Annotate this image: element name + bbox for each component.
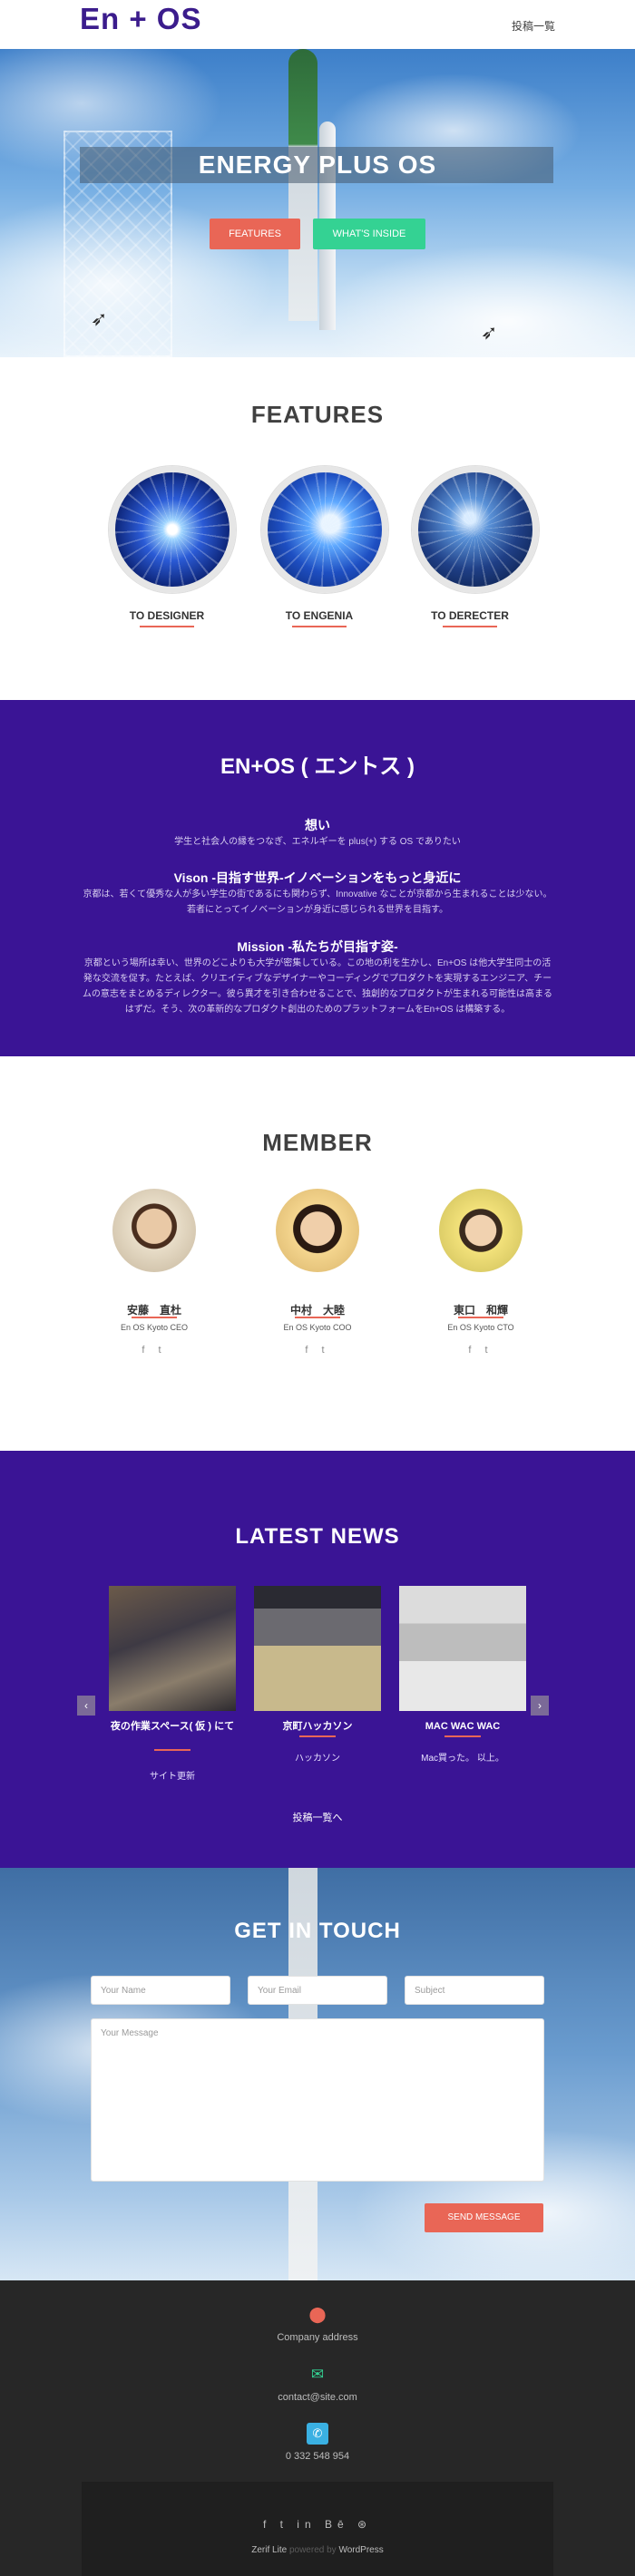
about-text: 京都は、若くて優秀な人が多い学生の街であるにも関わらず、Innovative な…: [83, 889, 552, 915]
footer-credit: Zerif Lite powered by WordPress: [82, 2545, 553, 2555]
send-message-button[interactable]: SEND MESSAGE: [425, 2203, 543, 2232]
footer-bottom-bar: f t in Bē ⊛ Zerif Lite powered by WordPr…: [82, 2482, 553, 2576]
footer-email[interactable]: contact@site.com: [0, 2392, 635, 2403]
footer-address: Company address: [277, 2332, 358, 2343]
avatar: [439, 1189, 523, 1272]
member-underline: [132, 1317, 177, 1318]
news-caption-link[interactable]: 夜の作業スペース( 仮 ) にて: [109, 1720, 236, 1733]
mail-icon: ✉: [310, 2366, 325, 2383]
contact-title: GET IN TOUCH: [234, 1919, 401, 1943]
member-underline: [295, 1317, 340, 1318]
about-section: EN+OS ( エントス ) 想い 学生と社会人の縁をつなぎ、エネルギーを pl…: [0, 700, 635, 1056]
carousel-prev-arrow[interactable]: ‹: [77, 1696, 95, 1716]
member-underline: [458, 1317, 503, 1318]
about-heading: 想い: [305, 818, 330, 832]
member-title: MEMBER: [262, 1129, 373, 1156]
avatar: [112, 1189, 196, 1272]
news-underline: [444, 1735, 481, 1737]
nav-posts-link[interactable]: 投稿一覧: [512, 18, 555, 34]
footer-phone: 0 332 548 954: [285, 2451, 350, 2462]
footer-social-icons[interactable]: f t in Bē ⊛: [82, 2518, 553, 2531]
feature-designer-image: [109, 466, 236, 593]
news-underline: [299, 1735, 336, 1737]
avatar: [276, 1189, 359, 1272]
about-heading: Mission -私たちが目指す姿-: [237, 939, 398, 954]
news-section: LATEST NEWS ‹ › 夜の作業スペース( 仮 ) にて 京町ハッカソン…: [0, 1451, 635, 1868]
member-social-icons[interactable]: f t: [254, 1345, 381, 1356]
feature-underline: [443, 626, 497, 627]
features-title: FEATURES: [250, 401, 385, 428]
site-logo[interactable]: En + OS: [80, 2, 201, 36]
hero-section: ➶ ➶ ENERGY PLUS OS FEATURES WHAT'S INSID…: [0, 49, 635, 357]
member-name: 東口 和輝: [453, 1304, 508, 1317]
news-excerpt: ハッカソン: [295, 1754, 340, 1764]
name-field[interactable]: Your Name: [91, 1976, 230, 2005]
about-heading: Vison -目指す世界-イノベーションをもっと身近に: [173, 870, 462, 885]
feature-label: TO DESIGNER: [129, 609, 205, 622]
member-social-icons[interactable]: f t: [417, 1345, 544, 1356]
news-image[interactable]: [109, 1586, 236, 1711]
feature-engenia-image: [261, 466, 388, 593]
powered-by-text: powered by: [288, 2545, 337, 2555]
news-underline: [154, 1749, 190, 1751]
about-text: 京都という場所は幸い、世界のどこよりも大学が密集している。この地の利を生かし、E…: [82, 958, 553, 1015]
member-role: En OS Kyoto CEO: [120, 1323, 189, 1332]
theme-link[interactable]: Zerif Lite: [251, 2545, 287, 2555]
feature-derecter-image: [412, 466, 539, 593]
news-image[interactable]: [254, 1586, 381, 1711]
about-text: 学生と社会人の縁をつなぎ、エネルギーを plus(+) する OS でありたい: [174, 837, 461, 847]
member-social-icons[interactable]: f t: [91, 1345, 218, 1356]
about-title: EN+OS ( エントス ): [220, 754, 415, 779]
carousel-next-arrow[interactable]: ›: [531, 1696, 549, 1716]
phone-icon: ✆: [307, 2423, 328, 2445]
member-name: 中村 大睦: [289, 1304, 345, 1317]
message-field[interactable]: Your Message: [91, 2018, 544, 2182]
member-role: En OS Kyoto COO: [283, 1323, 352, 1332]
bird-icon: ➶: [91, 307, 108, 330]
news-caption-link[interactable]: MAC WAC WAC: [399, 1720, 526, 1733]
feature-underline: [140, 626, 194, 627]
whats-inside-button[interactable]: WHAT'S INSIDE: [313, 219, 425, 249]
contact-section: GET IN TOUCH Your Name Your Email Subjec…: [0, 1868, 635, 2280]
member-role: En OS Kyoto CTO: [447, 1323, 514, 1332]
hero-rocket-graphic: [288, 49, 318, 321]
news-caption-link[interactable]: 京町ハッカソン: [254, 1720, 381, 1733]
subject-field[interactable]: Subject: [405, 1976, 544, 2005]
email-field[interactable]: Your Email: [248, 1976, 387, 2005]
all-posts-link[interactable]: 投稿一覧へ: [0, 1810, 635, 1824]
bird-icon: ➶: [481, 321, 498, 344]
news-excerpt: サイト更新: [150, 1772, 195, 1782]
features-button[interactable]: FEATURES: [210, 219, 300, 249]
news-title: LATEST NEWS: [235, 1524, 400, 1549]
site-footer: ⬤ Company address ✉ contact@site.com ✆ 0…: [0, 2280, 635, 2576]
feature-label: TO DERECTER: [431, 609, 509, 622]
news-excerpt: Mac買った。 以上。: [421, 1754, 504, 1764]
feature-label: TO ENGENIA: [285, 609, 354, 622]
map-pin-icon: ⬤: [308, 2306, 327, 2323]
news-image[interactable]: [399, 1586, 526, 1711]
member-name: 安藤 直杜: [126, 1304, 181, 1317]
wordpress-link[interactable]: WordPress: [338, 2545, 383, 2555]
site-header: En + OS 投稿一覧: [0, 0, 635, 49]
hero-title: ENERGY PLUS OS: [198, 151, 437, 179]
feature-underline: [292, 626, 347, 627]
